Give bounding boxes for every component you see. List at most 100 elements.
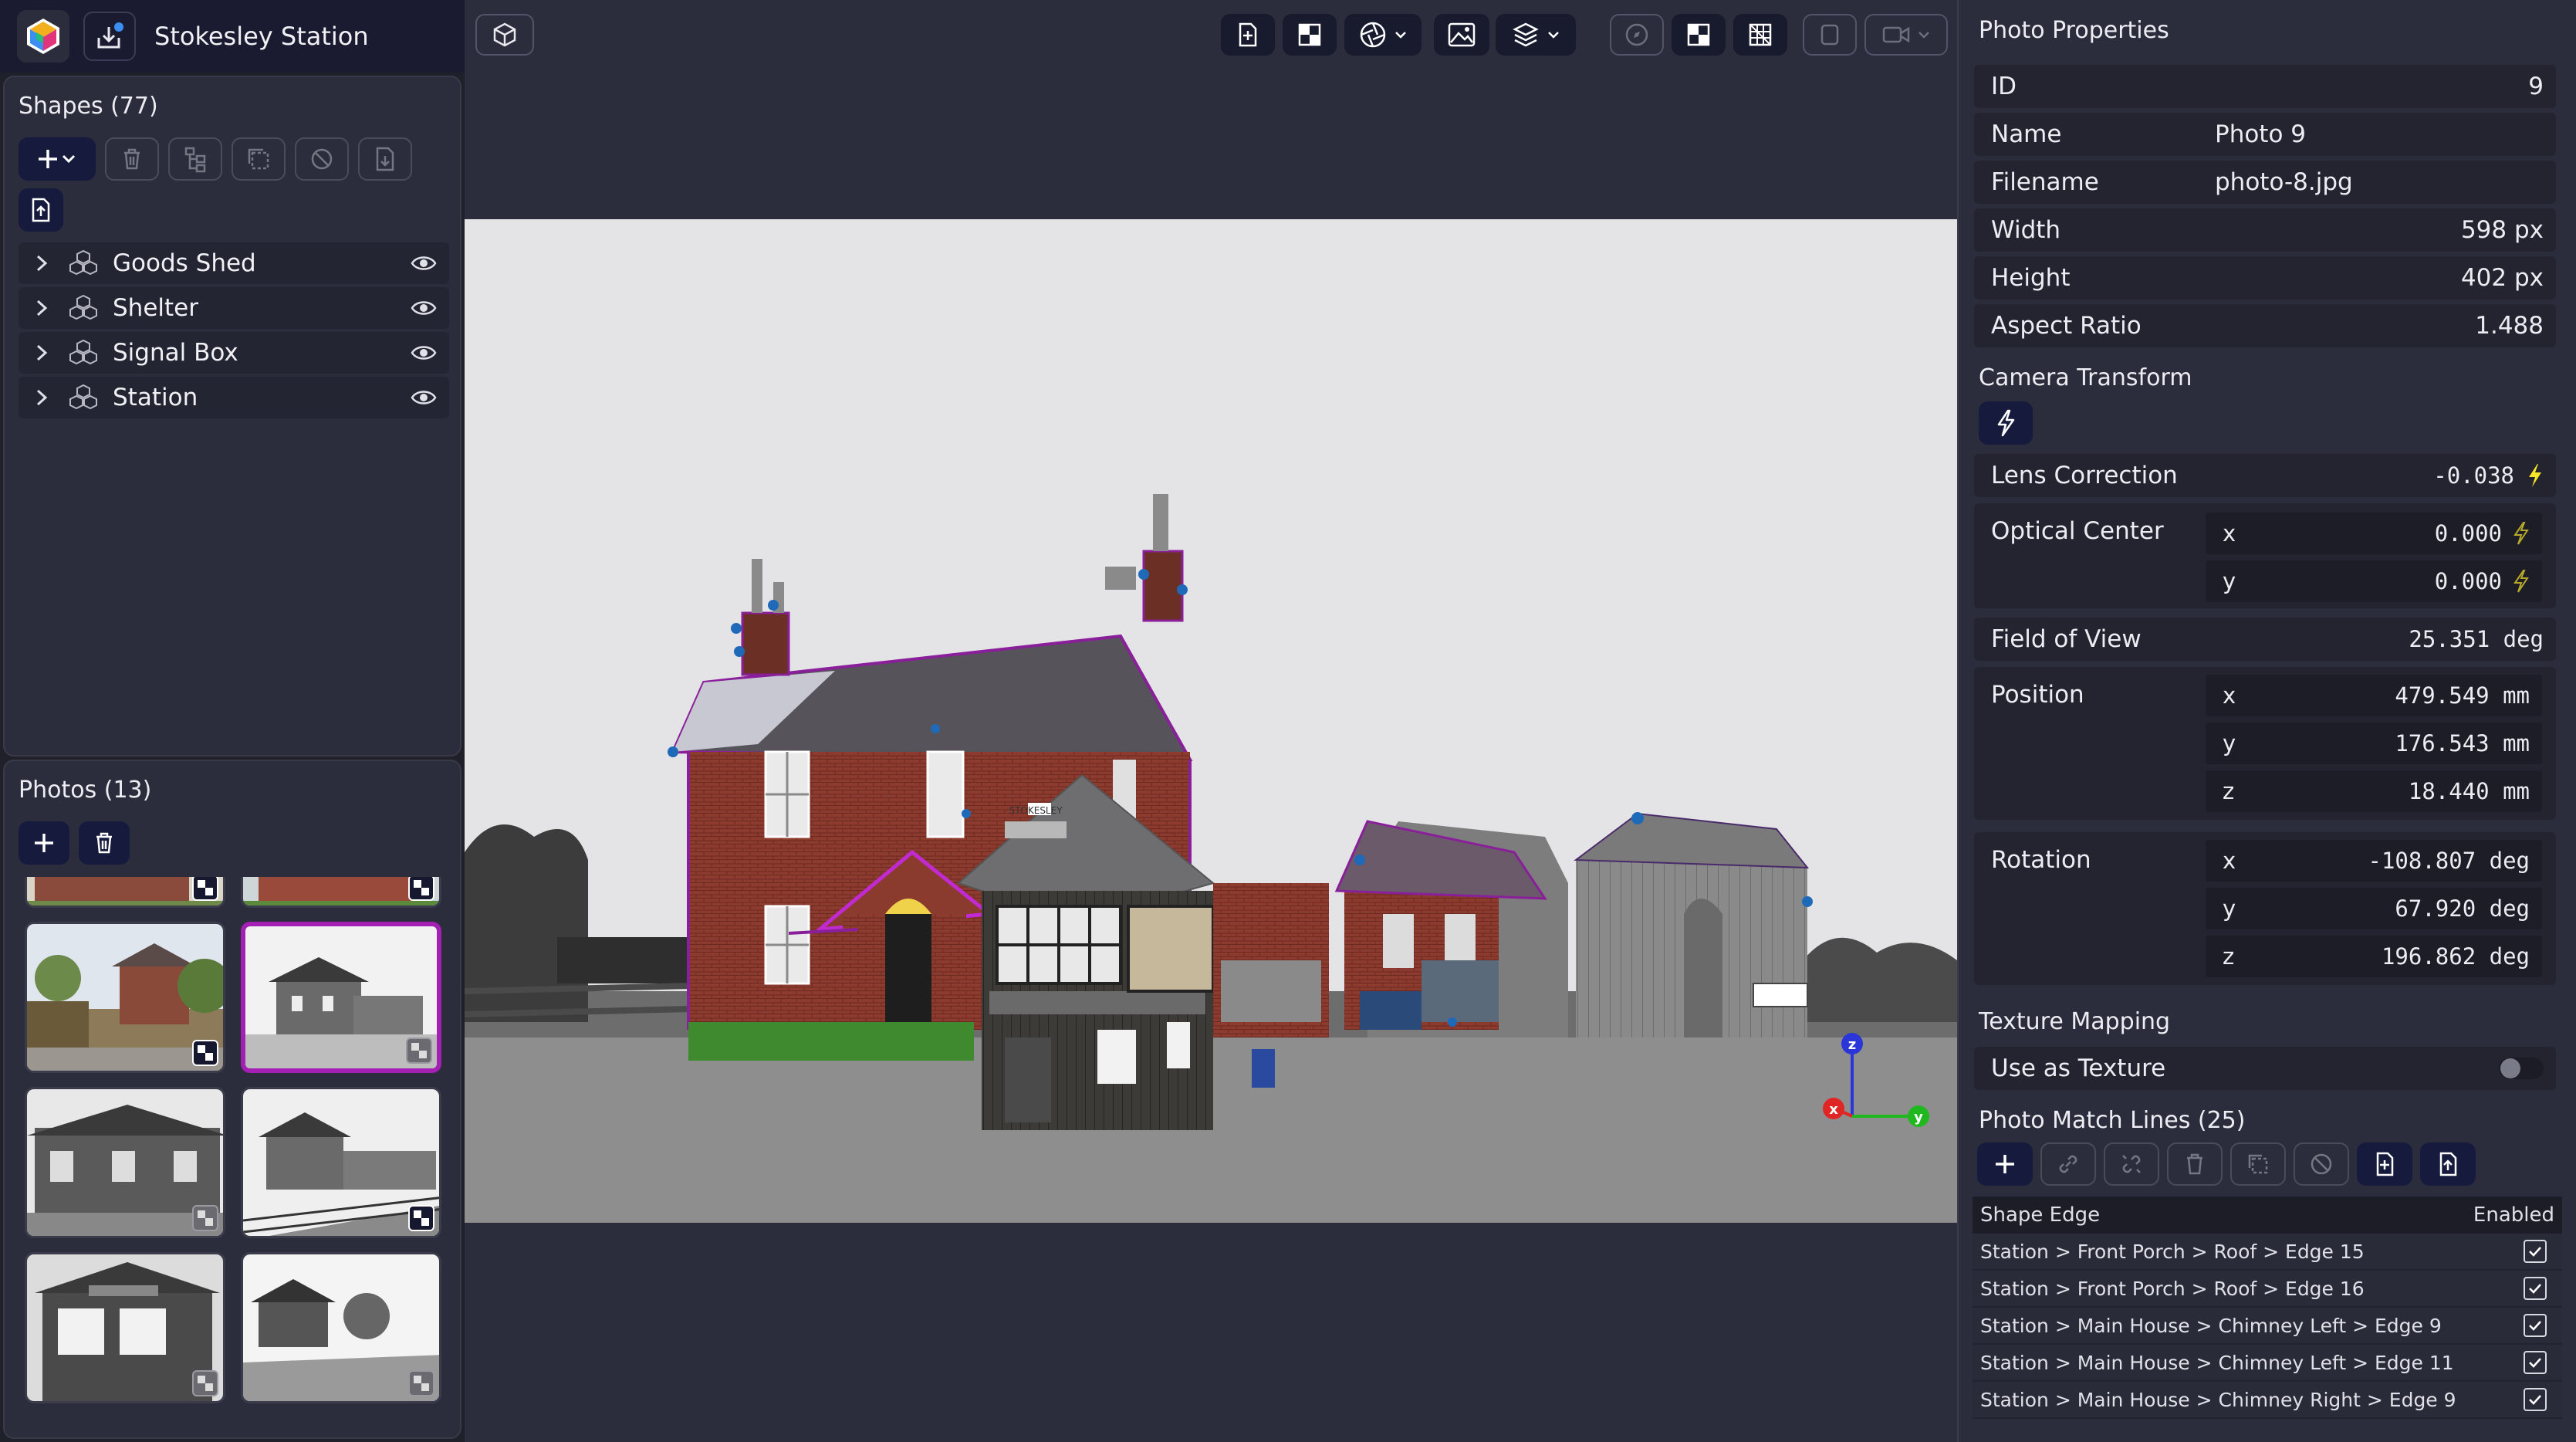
lightning-icon[interactable] bbox=[2513, 569, 2530, 594]
eye-icon[interactable] bbox=[411, 254, 437, 272]
rotation-y[interactable]: y 67.920 deg bbox=[2206, 888, 2542, 929]
col-enabled[interactable]: Enabled bbox=[2473, 1203, 2554, 1227]
photo-thumbnail[interactable] bbox=[241, 877, 441, 908]
delete-photo-button[interactable] bbox=[79, 821, 130, 865]
position-z[interactable]: z 18.440 mm bbox=[2206, 770, 2542, 812]
auto-solve-button[interactable] bbox=[1979, 401, 2033, 445]
axis-label: y bbox=[2223, 568, 2236, 594]
disable-shape-button[interactable] bbox=[295, 137, 349, 181]
prop-field-of-view[interactable]: Field of View 25.351 deg bbox=[1974, 618, 2556, 661]
video-dropdown[interactable] bbox=[1864, 14, 1948, 56]
hierarchy-button[interactable] bbox=[168, 137, 222, 181]
prop-value[interactable]: Photo 9 bbox=[2215, 120, 2544, 148]
position-y-value[interactable]: 176.543 mm bbox=[2253, 730, 2530, 757]
photo-thumbnail[interactable] bbox=[25, 1252, 225, 1403]
rotation-y-value[interactable]: 67.920 deg bbox=[2253, 895, 2530, 922]
photo-scene[interactable]: z y x STOKESLEY bbox=[465, 219, 1957, 1223]
add-shape-button[interactable] bbox=[19, 137, 96, 181]
chevron-down-icon bbox=[1395, 32, 1406, 39]
eye-icon[interactable] bbox=[411, 388, 437, 407]
import-match-lines-button[interactable] bbox=[2420, 1142, 2476, 1186]
export-shape-button[interactable] bbox=[358, 137, 412, 181]
use-as-texture-toggle[interactable] bbox=[2499, 1058, 2544, 1079]
photo-thumbnail[interactable] bbox=[241, 1087, 441, 1238]
compass-button[interactable] bbox=[1610, 14, 1664, 56]
table-row[interactable]: Station > Front Porch > Roof > Edge 16 bbox=[1973, 1271, 2562, 1308]
delete-shape-button[interactable] bbox=[105, 137, 159, 181]
optical-x-value[interactable]: 0.000 bbox=[2253, 520, 2502, 547]
col-shape-edge[interactable]: Shape Edge bbox=[1980, 1203, 2100, 1227]
tree-item-goods-shed[interactable]: Goods Shed bbox=[19, 242, 449, 284]
table-row[interactable]: Station > Main House > Chimney Right > E… bbox=[1973, 1382, 2562, 1419]
tree-item-station[interactable]: Station bbox=[19, 377, 449, 418]
photo-thumbnail[interactable] bbox=[25, 1087, 225, 1238]
chevron-right-icon[interactable] bbox=[29, 298, 54, 318]
match-lines-title: Photo Match Lines (25) bbox=[1979, 1107, 2246, 1134]
view-3d-button[interactable] bbox=[475, 14, 534, 56]
prop-name[interactable]: Name Photo 9 bbox=[1974, 113, 2556, 156]
tree-item-signal-box[interactable]: Signal Box bbox=[19, 332, 449, 374]
prop-label: Filename bbox=[1991, 168, 2099, 196]
checkbox-checked-icon[interactable] bbox=[2524, 1314, 2547, 1337]
chevron-right-icon[interactable] bbox=[29, 343, 54, 363]
export-match-lines-button[interactable] bbox=[2357, 1142, 2412, 1186]
checker-toggle-button[interactable] bbox=[1283, 14, 1337, 56]
left-column: Stokesley Station Shapes (77) Goods Shed… bbox=[0, 0, 465, 1442]
position-x-value[interactable]: 479.549 mm bbox=[2253, 682, 2530, 709]
add-photo-button[interactable] bbox=[19, 821, 69, 865]
checkbox-checked-icon[interactable] bbox=[2524, 1351, 2547, 1374]
grid-view-button[interactable] bbox=[1733, 14, 1787, 56]
duplicate-shape-button[interactable] bbox=[232, 137, 286, 181]
frame-button[interactable] bbox=[1803, 14, 1857, 56]
rotation-z[interactable]: z 196.862 deg bbox=[2206, 936, 2542, 977]
rotation-z-value[interactable]: 196.862 deg bbox=[2253, 943, 2530, 970]
app-logo-icon[interactable] bbox=[17, 10, 69, 63]
fov-value[interactable]: 25.351 deg bbox=[2215, 626, 2544, 652]
position-x[interactable]: x 479.549 mm bbox=[2206, 675, 2542, 716]
lightning-icon[interactable] bbox=[2513, 521, 2530, 546]
add-match-line-button[interactable] bbox=[1977, 1142, 2033, 1186]
photo-overlay-button[interactable] bbox=[1434, 14, 1489, 56]
disable-match-line-button[interactable] bbox=[2294, 1142, 2349, 1186]
tree-item-shelter[interactable]: Shelter bbox=[19, 287, 449, 329]
properties-panel: Photo Properties ID 9 Name Photo 9 Filen… bbox=[1957, 0, 2576, 1442]
link-button[interactable] bbox=[2040, 1142, 2096, 1186]
eye-icon[interactable] bbox=[411, 299, 437, 317]
position-y[interactable]: y 176.543 mm bbox=[2206, 723, 2542, 764]
prop-lens-correction[interactable]: Lens Correction -0.038 bbox=[1974, 454, 2556, 497]
import-button[interactable] bbox=[83, 12, 136, 61]
lens-correction-value[interactable]: -0.038 bbox=[2215, 462, 2514, 489]
chevron-right-icon[interactable] bbox=[29, 388, 54, 408]
prop-value: 598 px bbox=[2460, 216, 2544, 244]
viewport[interactable]: z y x STOKESLEY bbox=[465, 0, 1957, 1442]
photo-thumbnail-selected[interactable] bbox=[241, 922, 441, 1073]
optical-center-y[interactable]: y 0.000 bbox=[2206, 560, 2542, 602]
new-photo-button[interactable] bbox=[1221, 14, 1275, 56]
table-row[interactable]: Station > Main House > Chimney Left > Ed… bbox=[1973, 1345, 2562, 1382]
import-shape-button[interactable] bbox=[19, 188, 63, 232]
optical-center-x[interactable]: x 0.000 bbox=[2206, 513, 2542, 554]
lightning-icon[interactable] bbox=[2527, 462, 2544, 489]
unlink-button[interactable] bbox=[2104, 1142, 2159, 1186]
photo-thumbnail[interactable] bbox=[241, 1252, 441, 1403]
optical-y-value[interactable]: 0.000 bbox=[2253, 568, 2502, 594]
eye-icon[interactable] bbox=[411, 344, 437, 362]
delete-match-line-button[interactable] bbox=[2167, 1142, 2223, 1186]
duplicate-match-line-button[interactable] bbox=[2230, 1142, 2286, 1186]
prop-label: Aspect Ratio bbox=[1991, 312, 2142, 340]
layers-dropdown[interactable] bbox=[1496, 14, 1576, 56]
checker-view-button[interactable] bbox=[1672, 14, 1726, 56]
shading-dropdown[interactable] bbox=[1344, 14, 1422, 56]
chevron-right-icon[interactable] bbox=[29, 253, 54, 273]
position-z-value[interactable]: 18.440 mm bbox=[2253, 778, 2530, 804]
checkbox-checked-icon[interactable] bbox=[2524, 1388, 2547, 1411]
photo-thumbnail[interactable] bbox=[25, 922, 225, 1073]
rotation-x[interactable]: x -108.807 deg bbox=[2206, 840, 2542, 882]
rotation-x-value[interactable]: -108.807 deg bbox=[2253, 848, 2530, 874]
checkbox-checked-icon[interactable] bbox=[2524, 1240, 2547, 1263]
tree-item-label: Shelter bbox=[113, 294, 198, 322]
table-row[interactable]: Station > Front Porch > Roof > Edge 15 bbox=[1973, 1234, 2562, 1271]
table-row[interactable]: Station > Main House > Chimney Left > Ed… bbox=[1973, 1308, 2562, 1345]
checkbox-checked-icon[interactable] bbox=[2524, 1277, 2547, 1300]
photo-thumbnail[interactable] bbox=[25, 877, 225, 908]
